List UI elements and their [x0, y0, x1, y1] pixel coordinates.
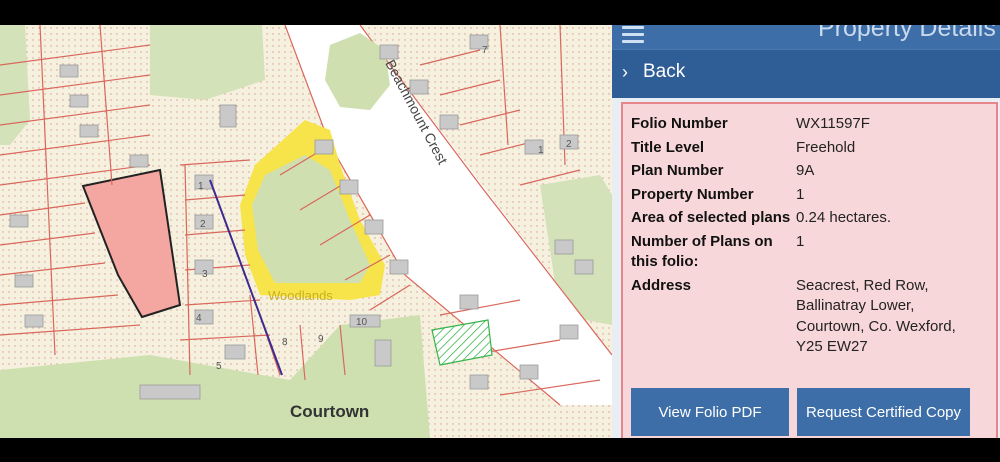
detail-row-plan-number: Plan Number 9A	[631, 161, 986, 182]
property-details-panel: Property Details › Back Folio Number WX1…	[612, 25, 1000, 438]
detail-row-number-of-plans: Number of Plans on this folio: 1	[631, 232, 986, 273]
panel-header: Property Details	[612, 25, 1000, 49]
detail-row-address: Address Seacrest, Red Row, Ballinatray L…	[631, 276, 986, 358]
hamburger-icon[interactable]	[622, 26, 644, 43]
top-black-band	[0, 0, 1000, 25]
house-number-10: 10	[356, 317, 368, 328]
house-number-7: 7	[482, 45, 488, 56]
house-number-8: 8	[282, 337, 288, 348]
detail-value: Freehold	[796, 138, 856, 156]
house-number-5: 5	[216, 361, 222, 372]
detail-row-property-number: Property Number 1	[631, 185, 986, 206]
detail-value: Seacrest, Red Row, Ballinatray Lower, Co…	[796, 276, 956, 356]
house-number-1: 1	[198, 181, 204, 192]
property-details-box: Folio Number WX11597F Title Level Freeho…	[621, 102, 998, 438]
map-view[interactable]: 1 2 3 4 5 7 8 9 10 1 2 Woodlands Beachmo…	[0, 25, 612, 438]
detail-label: Address	[631, 276, 692, 294]
detail-label: Area of selected plans	[631, 209, 791, 226]
detail-label: Plan Number	[631, 162, 724, 179]
house-number-4: 4	[196, 313, 202, 324]
detail-label: Property Number	[631, 185, 754, 203]
detail-value: WX11597F	[796, 115, 870, 132]
detail-label: Number of Plans on this folio:	[631, 232, 773, 271]
details-list: Folio Number WX11597F Title Level Freeho…	[631, 114, 986, 361]
detail-value: 1	[796, 185, 805, 203]
house-number-2: 2	[200, 219, 206, 230]
label-woodlands: Woodlands	[268, 288, 333, 303]
back-button[interactable]: › Back	[612, 49, 1000, 98]
back-label: Back	[643, 61, 686, 82]
chevron-right-icon: ›	[622, 62, 628, 82]
house-number-3: 3	[202, 269, 208, 280]
house-number-2b: 2	[566, 139, 572, 150]
detail-row-area: Area of selected plans 0.24 hectares.	[631, 208, 986, 229]
detail-label: Folio Number	[631, 115, 728, 132]
view-folio-pdf-button[interactable]: View Folio PDF	[631, 388, 789, 436]
bottom-black-band	[0, 438, 1000, 462]
detail-label: Title Level	[631, 138, 705, 156]
detail-value: 9A	[796, 162, 815, 179]
house-number-1b: 1	[538, 145, 544, 156]
detail-row-title-level: Title Level Freehold	[631, 138, 986, 159]
label-courtown: Courtown	[290, 402, 369, 421]
detail-value: 0.24 hectares.	[796, 209, 892, 226]
detail-row-folio-number: Folio Number WX11597F	[631, 114, 986, 135]
request-certified-copy-button[interactable]: Request Certified Copy	[797, 388, 970, 436]
detail-value: 1	[796, 232, 805, 250]
house-number-9: 9	[318, 334, 324, 345]
panel-title: Property Details	[818, 25, 996, 42]
